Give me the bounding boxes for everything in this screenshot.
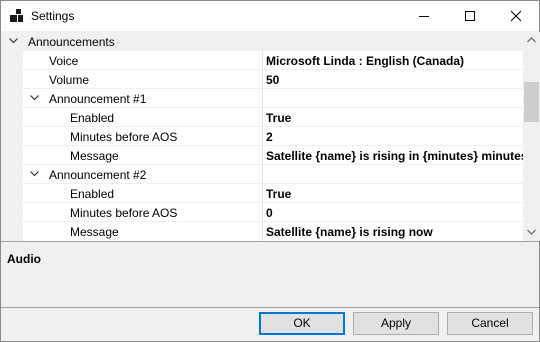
- scroll-down-button[interactable]: [523, 224, 540, 241]
- settings-window: Settings Announcements Voice Microsoft L…: [0, 0, 540, 342]
- grid-property-row[interactable]: Minutes before AOS 0: [1, 203, 523, 222]
- grid-property-row[interactable]: Enabled True: [1, 184, 523, 203]
- grid-property-row[interactable]: Voice Microsoft Linda : English (Canada): [1, 51, 523, 70]
- property-label: Message: [70, 225, 119, 239]
- property-label: Minutes before AOS: [70, 206, 178, 220]
- property-label: Volume: [49, 73, 90, 87]
- grid-property-row[interactable]: Message Satellite {name} is rising in {m…: [1, 146, 523, 165]
- minimize-icon: [419, 16, 429, 17]
- scrollbar-thumb[interactable]: [524, 82, 539, 122]
- property-grid: Announcements Voice Microsoft Linda : En…: [1, 32, 523, 241]
- grid-property-row[interactable]: Message Satellite {name} is rising now: [1, 222, 523, 241]
- chevron-down-icon: [527, 229, 536, 235]
- property-value[interactable]: Satellite {name} is rising in {minutes} …: [266, 149, 523, 163]
- category-label: Announcements: [28, 35, 115, 49]
- property-value[interactable]: 2: [266, 130, 273, 144]
- description-title: Audio: [7, 252, 41, 266]
- title-bar[interactable]: Settings: [1, 1, 539, 31]
- grid-property-row[interactable]: Enabled True: [1, 108, 523, 127]
- property-label: Voice: [49, 54, 79, 68]
- property-label: Message: [70, 149, 119, 163]
- cancel-button[interactable]: Cancel: [447, 312, 533, 335]
- chevron-down-icon[interactable]: [30, 171, 39, 177]
- property-label: Minutes before AOS: [70, 130, 178, 144]
- maximize-icon: [465, 11, 475, 21]
- subcategory-label: Announcement #2: [49, 168, 147, 182]
- vertical-scrollbar[interactable]: [523, 32, 540, 241]
- grid-property-row[interactable]: Minutes before AOS 2: [1, 127, 523, 146]
- grid-category-row[interactable]: Announcements: [1, 32, 523, 51]
- property-value[interactable]: Satellite {name} is rising now: [266, 225, 433, 239]
- ok-button[interactable]: OK: [259, 312, 345, 335]
- divider: [1, 241, 539, 242]
- property-value[interactable]: True: [266, 187, 291, 201]
- window-title: Settings: [31, 9, 75, 23]
- maximize-button[interactable]: [447, 1, 493, 31]
- description-panel: Audio: [1, 245, 539, 307]
- chevron-down-icon[interactable]: [30, 95, 39, 101]
- app-icon: [10, 9, 24, 23]
- scroll-up-button[interactable]: [523, 32, 540, 49]
- property-value[interactable]: Microsoft Linda : English (Canada): [266, 54, 464, 68]
- property-value[interactable]: True: [266, 111, 291, 125]
- chevron-down-icon[interactable]: [9, 38, 18, 44]
- close-icon: [510, 10, 522, 22]
- divider: [1, 307, 539, 308]
- grid-subcategory-row[interactable]: Announcement #1: [1, 89, 523, 108]
- property-label: Enabled: [70, 111, 115, 125]
- property-value[interactable]: 0: [266, 206, 273, 220]
- property-label: Enabled: [70, 187, 115, 201]
- grid-property-row[interactable]: Volume 50: [1, 70, 523, 89]
- subcategory-label: Announcement #1: [49, 92, 147, 106]
- close-button[interactable]: [493, 1, 539, 31]
- chevron-up-icon: [527, 37, 536, 43]
- minimize-button[interactable]: [401, 1, 447, 31]
- apply-button[interactable]: Apply: [353, 312, 439, 335]
- grid-subcategory-row[interactable]: Announcement #2: [1, 165, 523, 184]
- property-value[interactable]: 50: [266, 73, 279, 87]
